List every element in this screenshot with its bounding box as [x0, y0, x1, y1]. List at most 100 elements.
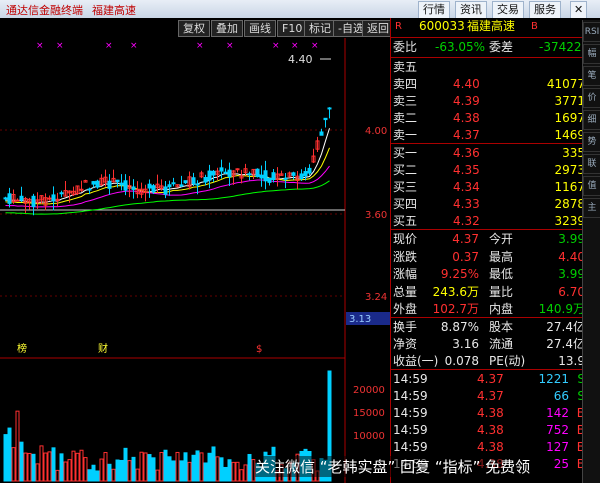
candle — [323, 117, 328, 121]
side-tab[interactable]: 笔 — [583, 66, 600, 86]
overlay-button[interactable]: 叠加 — [211, 20, 243, 37]
candle — [259, 174, 264, 179]
marker-dollar[interactable]: $ — [256, 344, 262, 355]
side-tab[interactable]: 值 — [583, 176, 600, 196]
menu-quotes[interactable]: 行情 — [418, 1, 450, 19]
volume-bar — [19, 441, 24, 482]
order-diff: -37422 — [539, 40, 582, 54]
draw-line-button[interactable]: 画线 — [244, 20, 276, 37]
stat-row: 涨幅 9.25% 最低 3.99 — [393, 267, 585, 281]
volume-bar — [151, 457, 156, 482]
candle — [87, 188, 92, 191]
stock-name: 福建高速 — [467, 19, 516, 33]
ask-level-4: 卖四 4.40 41077 — [393, 77, 585, 91]
watermark: 关注微信 “老韩实盘” 回复 “指标” 免费领 — [255, 456, 531, 477]
volume-bar — [167, 456, 172, 482]
event-marker[interactable]: × — [272, 41, 280, 51]
kline-chart[interactable]: × × × × × × × × × 4.40 4.00 3.60 3.24 3.13 榜 财 $… — [0, 38, 390, 483]
candle — [95, 180, 100, 188]
marker-finance[interactable]: 财 — [98, 342, 108, 355]
info-row: 收益(一) 0.078 PE(动) 13.9 — [393, 354, 585, 368]
candle — [267, 177, 272, 183]
event-marker[interactable]: × — [196, 41, 204, 51]
volume-bar — [207, 452, 212, 482]
candle — [207, 170, 212, 181]
candle — [59, 192, 64, 195]
volume-bar — [227, 459, 232, 482]
candle — [115, 179, 120, 183]
event-marker[interactable]: × — [105, 41, 113, 51]
volume-bar — [223, 466, 228, 482]
ask-level-2: 卖二 4.38 1697 — [393, 111, 585, 125]
menu-trade[interactable]: 交易 — [492, 1, 524, 19]
bid-level-2: 买二 4.35 2973 — [393, 163, 585, 177]
event-marker[interactable]: × — [130, 41, 138, 51]
volume-bar — [7, 427, 12, 482]
menu-service[interactable]: 服务 — [529, 1, 561, 19]
volume-bar — [131, 456, 136, 482]
bid-level-4: 买四 4.33 2878 — [393, 197, 585, 211]
volume-bar — [3, 434, 8, 482]
order-ratio: -63.05% — [435, 40, 486, 54]
volume-bar — [163, 449, 168, 482]
candle — [271, 172, 276, 180]
volume-bar — [147, 454, 152, 482]
volume-bar — [115, 459, 120, 482]
side-tab[interactable]: 主 — [583, 198, 600, 218]
candle — [47, 197, 52, 200]
candle — [307, 167, 312, 174]
volume-bar — [179, 460, 184, 482]
volume-bar — [203, 462, 208, 482]
side-tab[interactable]: 细 — [583, 110, 600, 130]
stat-row: 现价 4.37 今开 3.99 — [393, 232, 585, 246]
marker-rank[interactable]: 榜 — [17, 342, 27, 355]
event-marker[interactable]: × — [226, 41, 234, 51]
candle — [91, 181, 96, 185]
candle — [203, 177, 208, 183]
volume-bar — [119, 459, 124, 482]
volume-bar — [123, 447, 128, 482]
candle — [263, 170, 268, 182]
candle — [291, 172, 296, 176]
candle — [255, 168, 260, 178]
menu-news[interactable]: 资讯 — [455, 1, 487, 19]
volume-tick-20000: 20000 — [353, 385, 385, 396]
tick-row: 14:59 4.38 142 B — [393, 406, 585, 420]
candle — [319, 131, 324, 136]
candle — [151, 185, 156, 193]
side-tab[interactable]: 势 — [583, 132, 600, 152]
code-suffix: B — [531, 21, 538, 32]
f10-button[interactable]: F10 — [277, 20, 308, 37]
title-bar: 通达信金融终端 福建高速 行情 资讯 交易 服务 ✕ — [0, 0, 600, 19]
adjust-button[interactable]: 复权 — [178, 20, 210, 37]
price-tick-3-60: 3.60 — [365, 210, 387, 221]
volume-bar — [95, 470, 100, 482]
candle — [163, 186, 168, 195]
event-marker[interactable]: × — [311, 41, 319, 51]
candle — [131, 186, 136, 190]
stat-row: 外盘 102.7万 内盘 140.9万 — [393, 302, 585, 316]
candle — [19, 195, 24, 201]
side-tab[interactable]: RSI — [583, 22, 600, 42]
stat-row: 总量 243.6万 量比 6.70 — [393, 284, 585, 299]
candle — [107, 180, 112, 189]
candle — [147, 183, 152, 189]
tick-row: 14:594.371221S — [393, 372, 585, 386]
event-marker[interactable]: × — [291, 41, 299, 51]
mark-button[interactable]: 标记 — [304, 20, 336, 37]
event-marker[interactable]: × — [56, 41, 64, 51]
volume-bar — [247, 453, 252, 482]
close-icon[interactable]: ✕ — [570, 1, 588, 19]
tick-row: 14:59 4.38 127 B — [393, 440, 585, 454]
candle — [183, 180, 188, 184]
volume-bar — [219, 457, 224, 482]
candle — [247, 173, 252, 176]
volume-tick-10000: 10000 — [353, 431, 385, 442]
side-tab[interactable]: 价 — [583, 88, 600, 108]
side-tab[interactable]: 联 — [583, 154, 600, 174]
candle — [3, 197, 8, 200]
candle — [179, 184, 184, 187]
quote-panel: R 600033 福建高速 B 委比 -63.05% 委差 -37422 卖五卖… — [390, 18, 600, 483]
side-tab[interactable]: 幅 — [583, 44, 600, 64]
event-marker[interactable]: × — [36, 41, 44, 51]
